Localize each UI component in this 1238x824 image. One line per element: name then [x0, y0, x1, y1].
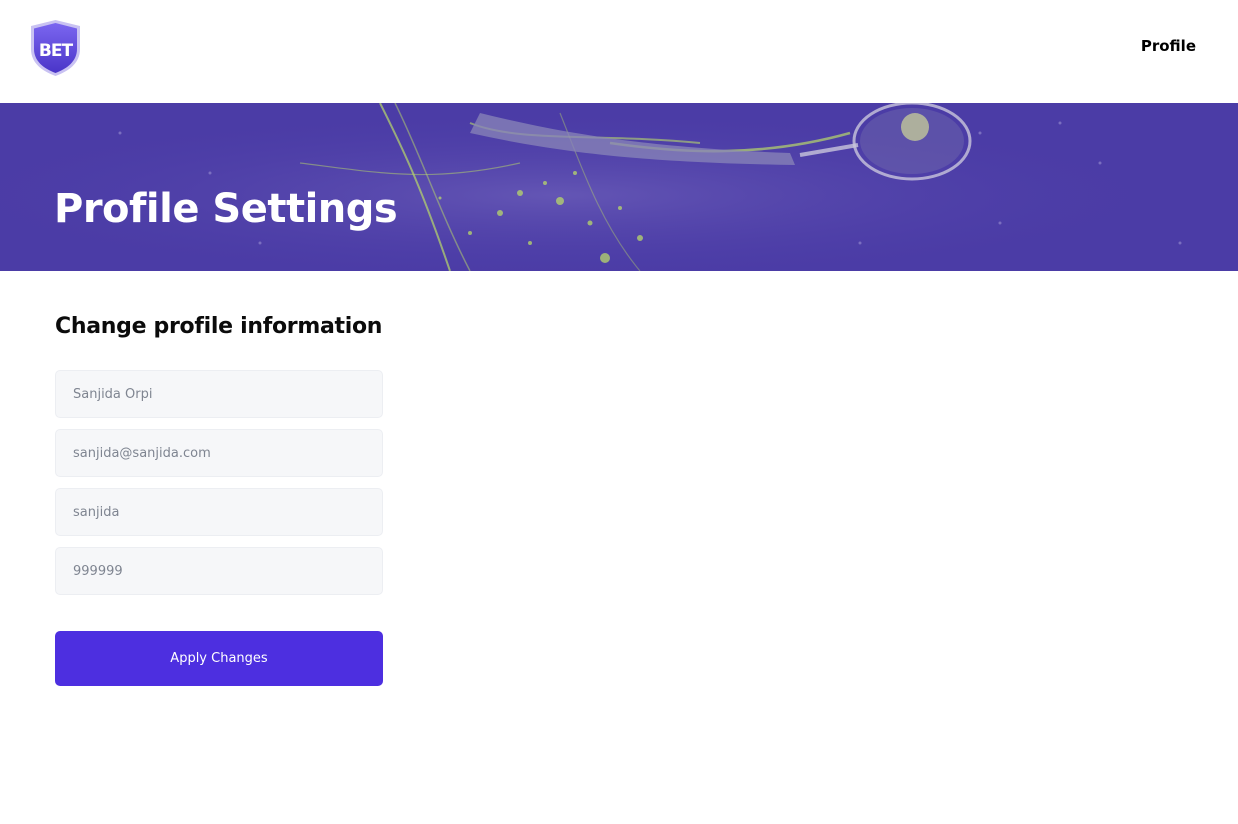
top-header: BET Profile: [0, 0, 1238, 103]
email-field[interactable]: [55, 429, 383, 477]
svg-text:BET: BET: [39, 41, 74, 61]
nav-profile-link[interactable]: Profile: [1141, 37, 1196, 55]
form-section-title: Change profile information: [55, 314, 383, 339]
phone-field[interactable]: [55, 547, 383, 595]
page-title: Profile Settings: [54, 186, 398, 232]
full-name-field[interactable]: [55, 370, 383, 418]
username-field[interactable]: [55, 488, 383, 536]
apply-changes-button[interactable]: Apply Changes: [55, 631, 383, 686]
hero-banner: Profile Settings: [0, 103, 1238, 271]
bet-logo[interactable]: BET: [29, 19, 82, 77]
